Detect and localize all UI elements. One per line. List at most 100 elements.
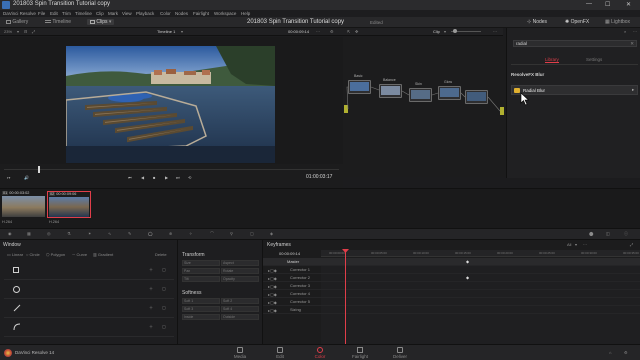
size-field[interactable]: Size bbox=[182, 260, 220, 266]
window-add-icon[interactable]: ＋ bbox=[149, 324, 153, 330]
menu-item-view[interactable]: View bbox=[122, 11, 132, 16]
key-icon[interactable]: ⚲ bbox=[230, 231, 233, 236]
window-shape-line[interactable]: ＋ ▢ bbox=[4, 300, 174, 318]
clip-2-selected[interactable]: 02 00:00:09:06 H.264 bbox=[47, 191, 91, 224]
info-icon[interactable]: ⓘ bbox=[624, 231, 628, 237]
polygon-tool[interactable]: ⬠ Polygon bbox=[46, 252, 65, 257]
keyframe-row-master[interactable]: Master ◆ bbox=[263, 258, 640, 266]
keyframe-playhead[interactable] bbox=[345, 250, 346, 344]
soft1-field[interactable]: Soft 1 bbox=[182, 298, 220, 304]
node-graph[interactable]: Basic Balance Skin Glow bbox=[343, 37, 506, 177]
node-1[interactable] bbox=[348, 80, 371, 94]
nav-edit[interactable]: Edit bbox=[265, 347, 295, 359]
keyframe-row-corrector-5[interactable]: ▸▢◆ Corrector 5 bbox=[263, 298, 640, 306]
scopes-icon[interactable]: ◫ bbox=[606, 231, 610, 236]
linear-tool[interactable]: ▭ Linear bbox=[7, 252, 23, 257]
hand-tool-icon[interactable]: ✥ bbox=[355, 29, 358, 34]
rotate-field[interactable]: Rotate bbox=[221, 268, 259, 274]
nodes-button[interactable]: ⊹ Nodes bbox=[527, 19, 547, 25]
node-3[interactable] bbox=[409, 88, 432, 102]
row-controls-icon[interactable]: ▸▢◆ bbox=[268, 268, 288, 273]
window-gang-icon[interactable]: ▢ bbox=[162, 286, 166, 291]
window-add-icon[interactable]: ＋ bbox=[149, 286, 153, 292]
zoom-dropdown-icon[interactable]: ▾ bbox=[17, 29, 19, 34]
nav-fairlight[interactable]: Fairlight bbox=[345, 347, 375, 359]
row-controls-icon[interactable]: ▸▢◆ bbox=[268, 276, 288, 281]
window-gang-icon[interactable]: ▢ bbox=[162, 305, 166, 310]
skip-back-icon[interactable]: ⏮ bbox=[128, 175, 132, 180]
window-shape-circle[interactable]: ＋ ▢ bbox=[4, 281, 174, 299]
color-match-icon[interactable]: ▦ bbox=[27, 231, 31, 236]
audio-icon[interactable]: 🔊 bbox=[24, 175, 29, 180]
zoom-level[interactable]: 23% bbox=[4, 29, 12, 34]
keyframe-diamond-icon[interactable]: ◆ bbox=[466, 259, 469, 264]
menu-item-trim[interactable]: Trim bbox=[62, 11, 71, 16]
clips-button[interactable]: Clips ▾ bbox=[87, 19, 115, 25]
tilt-field[interactable]: Tilt bbox=[182, 276, 220, 282]
window-add-icon[interactable]: ＋ bbox=[149, 305, 153, 311]
gallery-button[interactable]: Gallery bbox=[6, 19, 28, 25]
row-controls-icon[interactable]: ▸▢◆ bbox=[268, 284, 288, 289]
viewer-settings-icon[interactable]: ⚙ bbox=[330, 29, 334, 34]
window-tool-icon[interactable]: ◯ bbox=[148, 231, 152, 236]
scrubber-playhead[interactable] bbox=[37, 166, 40, 173]
stop-icon[interactable]: ■ bbox=[153, 175, 155, 180]
maximize-button[interactable]: ☐ bbox=[605, 1, 610, 8]
inside-field[interactable]: Inside bbox=[182, 314, 220, 320]
keyframe-row-sizing[interactable]: ▸▢◆ Sizing bbox=[263, 306, 640, 314]
row-controls-icon[interactable]: ▸▢◆ bbox=[268, 300, 288, 305]
pan-field[interactable]: Pan bbox=[182, 268, 220, 274]
fx-item-expand-icon[interactable]: ▸ bbox=[632, 87, 634, 93]
search-icon[interactable]: ⌕ bbox=[624, 29, 626, 34]
loop-icon[interactable]: ⟲ bbox=[188, 175, 191, 180]
keyframe-row-corrector-4[interactable]: ▸▢◆ Corrector 4 bbox=[263, 290, 640, 298]
node-menu-icon[interactable]: ⋯ bbox=[493, 29, 497, 34]
node-2[interactable] bbox=[379, 84, 402, 98]
keyframe-ruler[interactable]: 00:00:00:00 00:00:05:00 00:00:10:00 00:0… bbox=[321, 250, 640, 257]
expand-icon[interactable]: ⤢ bbox=[630, 242, 633, 247]
circle-tool[interactable]: ○ Circle bbox=[26, 252, 40, 257]
window-shape-curve[interactable]: ＋ ▢ bbox=[4, 319, 174, 337]
toggle-icon[interactable]: ⬤ bbox=[589, 231, 593, 236]
rgb-mixer-icon[interactable]: ⚗ bbox=[67, 231, 71, 236]
window-gang-icon[interactable]: ▢ bbox=[162, 267, 166, 272]
curves-icon[interactable]: ∿ bbox=[108, 231, 111, 236]
node-mode-dropdown-icon[interactable]: ▾ bbox=[444, 29, 446, 34]
nav-media[interactable]: Media bbox=[225, 347, 255, 359]
outside-field[interactable]: Outside bbox=[221, 314, 259, 320]
keyframe-row-corrector-3[interactable]: ▸▢◆ Corrector 3 bbox=[263, 282, 640, 290]
tracker-icon[interactable]: ⊕ bbox=[169, 231, 172, 236]
window-shape-square[interactable]: ＋ ▢ bbox=[4, 262, 174, 280]
minimize-button[interactable]: — bbox=[586, 1, 592, 7]
viewer-mode-icon[interactable]: ◑▾ bbox=[6, 175, 10, 180]
menu-item-color[interactable]: Color bbox=[160, 11, 171, 16]
motion-effects-icon[interactable]: ✶ bbox=[88, 231, 91, 236]
filter-dropdown-icon[interactable]: ▾ bbox=[575, 242, 577, 247]
qualifier-icon[interactable]: ✎ bbox=[128, 231, 131, 236]
window-add-icon[interactable]: ＋ bbox=[149, 267, 153, 273]
window-gang-icon[interactable]: ▢ bbox=[162, 324, 166, 329]
reverse-play-icon[interactable]: ◀ bbox=[141, 175, 144, 180]
pointer-tool-icon[interactable]: ⇱ bbox=[347, 29, 350, 34]
keyframe-row-corrector-1[interactable]: ▸▢◆ Corrector 1 bbox=[263, 266, 640, 274]
menu-item-mark[interactable]: Mark bbox=[108, 11, 118, 16]
menu-item-playback[interactable]: Playback bbox=[136, 11, 154, 16]
magic-mask-icon[interactable]: ✧ bbox=[189, 231, 192, 236]
menu-item-nodes[interactable]: Nodes bbox=[175, 11, 188, 16]
menu-item-file[interactable]: File bbox=[38, 11, 45, 16]
keyframes-menu-icon[interactable]: ⋯ bbox=[583, 242, 587, 247]
curve-tool[interactable]: ∽ Curve bbox=[72, 252, 87, 257]
menu-item-edit[interactable]: Edit bbox=[50, 11, 58, 16]
menu-item-davinci[interactable]: DaVinci Resolve bbox=[3, 11, 36, 16]
skip-forward-icon[interactable]: ⏭ bbox=[176, 175, 180, 180]
soft2-field[interactable]: Soft 2 bbox=[221, 298, 259, 304]
fx-menu-icon[interactable]: ⋯ bbox=[633, 29, 637, 34]
node-5[interactable] bbox=[465, 90, 488, 104]
node-mode-selector[interactable]: Clip bbox=[433, 29, 440, 34]
keyframe-row-corrector-2[interactable]: ▸▢◆ Corrector 2 ◆ bbox=[263, 274, 640, 282]
timeline-button[interactable]: Timeline bbox=[45, 19, 71, 25]
keyframe-filter[interactable]: All bbox=[567, 242, 571, 247]
nav-color[interactable]: Color bbox=[305, 347, 335, 359]
tab-library[interactable]: Library bbox=[545, 57, 559, 63]
delete-button[interactable]: Delete bbox=[155, 252, 167, 257]
